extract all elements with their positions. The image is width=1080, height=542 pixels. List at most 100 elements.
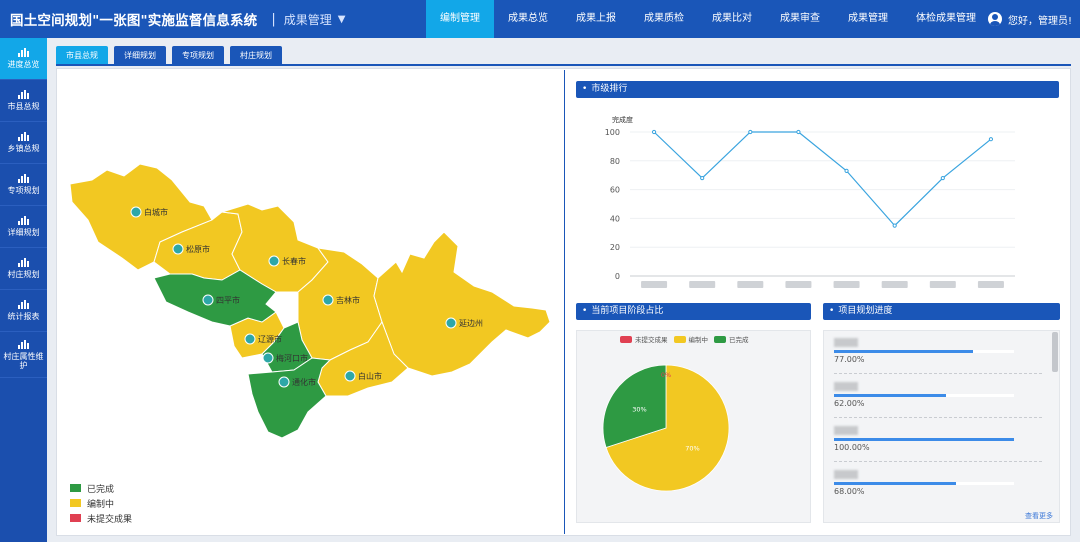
tab-special-plan[interactable]: 专项规划 <box>172 46 224 65</box>
progress-percent: 77.00% <box>834 355 865 364</box>
bar-chart-icon <box>18 90 29 99</box>
bar-chart-icon <box>18 300 29 309</box>
divider <box>834 461 1042 462</box>
sidebar-item-label: 村庄规划 <box>7 270 40 279</box>
data-point[interactable] <box>796 129 801 135</box>
nav-item-guanli[interactable]: 成果管理 <box>834 0 902 38</box>
tab-village-plan[interactable]: 村庄规划 <box>230 46 282 65</box>
progress-fill <box>834 350 973 353</box>
nav-item-zhijian[interactable]: 成果质检 <box>630 0 698 38</box>
legend-item-drafting[interactable]: 编制中 <box>70 496 132 510</box>
progress-item: 62.00% <box>834 382 1044 408</box>
bar-chart-icon <box>18 216 29 225</box>
data-point[interactable] <box>700 175 705 181</box>
blurred-x-category <box>881 281 908 288</box>
stage-pie-chart: 70% 30% 0% <box>602 364 730 492</box>
sidebar-item-label: 统计报表 <box>7 312 40 321</box>
y-tick-label: 60 <box>610 186 620 195</box>
legend-label: 已完成 <box>729 336 749 344</box>
sidebar-item-special-plan[interactable]: 专项规划 <box>0 164 47 206</box>
sidebar-item-label: 市县总规 <box>7 102 40 111</box>
nav-item-zonglan[interactable]: 成果总览 <box>494 0 562 38</box>
sidebar-item-town-plan[interactable]: 乡镇总规 <box>0 122 47 164</box>
blurred-project-name <box>834 338 858 347</box>
blurred-x-category <box>833 281 860 288</box>
view-more-link[interactable]: 查看更多 <box>1025 511 1053 521</box>
progress-item: 100.00% <box>834 426 1044 452</box>
top-nav: 编制管理 成果总览 成果上报 成果质检 成果比对 成果审查 成果管理 体检成果管… <box>426 0 990 38</box>
tabs-underline <box>56 64 1071 66</box>
progress-percent: 100.00% <box>834 443 870 452</box>
progress-percent: 62.00% <box>834 399 865 408</box>
progress-track <box>834 394 1014 397</box>
pie-legend-done[interactable]: 已完成 <box>714 334 749 344</box>
progress-track <box>834 482 1014 485</box>
data-point[interactable] <box>940 175 945 181</box>
map-label-songyuan: 松原市 <box>186 244 210 254</box>
chevron-down-icon[interactable]: ▼ <box>338 14 346 25</box>
sidebar-item-label: 专项规划 <box>7 186 40 195</box>
chart-ylabel: 完成度 <box>612 115 633 124</box>
plan-tabs: 市县总规 详细规划 专项规划 村庄规划 <box>56 46 282 65</box>
nav-item-bianzhi[interactable]: 编制管理 <box>426 0 494 38</box>
nav-item-shencha[interactable]: 成果审查 <box>766 0 834 38</box>
tab-detail-plan[interactable]: 详细规划 <box>114 46 166 65</box>
sidebar-item-label: 村庄属性维护 <box>3 351 44 370</box>
data-point[interactable] <box>988 137 994 142</box>
sidebar-item-village-plan[interactable]: 村庄规划 <box>0 248 47 290</box>
legend-label: 未提交成果 <box>87 514 133 525</box>
legend-swatch <box>70 514 81 522</box>
sidebar: 进度总览 市县总规 乡镇总规 专项规划 详细规划 村庄规划 统计报表 村庄属性维… <box>0 38 47 542</box>
progress-title: 项目规划进度 <box>823 303 1060 320</box>
pie-slice-label: 30% <box>632 406 646 414</box>
province-map[interactable]: 白城市 松原市 长春市 四平市 吉林市 辽源市 梅河口市 通化市 白山市 延边州 <box>62 162 557 444</box>
blurred-x-category <box>641 281 668 288</box>
data-point[interactable] <box>892 223 897 228</box>
sidebar-item-label: 乡镇总规 <box>7 144 40 153</box>
map-label-jilin: 吉林市 <box>336 295 360 305</box>
divider <box>834 417 1042 418</box>
bar-chart-icon <box>18 258 29 267</box>
legend-label: 未提交成果 <box>635 336 668 344</box>
bar-chart-icon <box>18 174 29 183</box>
blurred-x-category <box>785 281 812 288</box>
nav-item-shangbao[interactable]: 成果上报 <box>562 0 630 38</box>
sidebar-item-progress[interactable]: 进度总览 <box>0 38 47 80</box>
pie-legend: 未提交成果 编制中 已完成 <box>620 334 749 344</box>
legend-item-not-submitted[interactable]: 未提交成果 <box>70 511 132 525</box>
progress-fill <box>834 394 946 397</box>
map-label-liaoyuan: 辽源市 <box>258 334 282 344</box>
sidebar-item-stats[interactable]: 统计报表 <box>0 290 47 332</box>
user-menu[interactable]: 您好，管理员! <box>987 0 1072 38</box>
legend-item-done[interactable]: 已完成 <box>70 481 132 495</box>
map-label-changchun: 长春市 <box>282 256 306 266</box>
legend-swatch <box>70 499 81 507</box>
map-label-tonghua: 通化市 <box>292 377 316 387</box>
sidebar-item-detail-plan[interactable]: 详细规划 <box>0 206 47 248</box>
user-avatar-icon <box>987 12 1002 26</box>
data-point[interactable] <box>844 168 849 173</box>
region-tonghua[interactable] <box>247 357 332 439</box>
module-selector[interactable]: 成果管理 <box>284 11 332 28</box>
pie-legend-drafting[interactable]: 编制中 <box>673 334 708 344</box>
map-label-meihekou: 梅河口市 <box>276 353 308 363</box>
progress-scrollbar[interactable] <box>1052 332 1058 372</box>
map-label-yanbian: 延边州 <box>459 318 483 328</box>
progress-track <box>834 438 1014 441</box>
map-label-siping: 四平市 <box>216 295 240 305</box>
sidebar-item-city-plan[interactable]: 市县总规 <box>0 80 47 122</box>
blurred-x-category <box>977 281 1004 288</box>
bar-chart-icon <box>18 132 29 141</box>
data-point[interactable] <box>651 129 657 135</box>
data-point[interactable] <box>748 129 753 135</box>
map-legend: 已完成 编制中 未提交成果 <box>70 481 132 526</box>
pie-slice-label: 70% <box>685 444 699 452</box>
progress-fill <box>834 438 1014 441</box>
region-yanbian[interactable] <box>373 231 551 377</box>
nav-item-tijian[interactable]: 体检成果管理 <box>902 0 990 38</box>
nav-item-bidui[interactable]: 成果比对 <box>698 0 766 38</box>
sidebar-item-village-attr[interactable]: 村庄属性维护 <box>0 332 47 378</box>
tab-city-plan[interactable]: 市县总规 <box>56 46 108 65</box>
module-separator: | <box>271 11 276 27</box>
pie-legend-not-submitted[interactable]: 未提交成果 <box>620 334 668 344</box>
